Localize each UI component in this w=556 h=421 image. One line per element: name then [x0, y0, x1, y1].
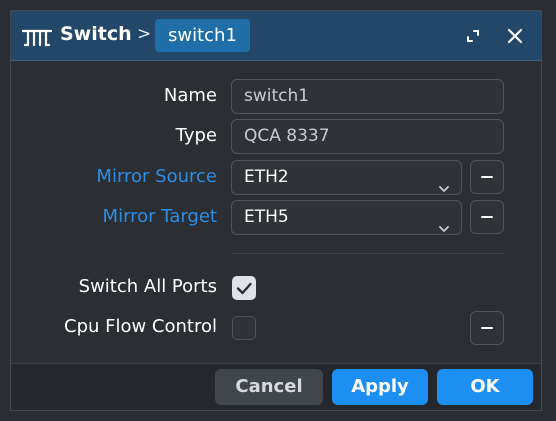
maximize-icon[interactable]: [462, 25, 484, 47]
ok-button[interactable]: OK: [437, 369, 533, 405]
mirror-target-label[interactable]: Mirror Target: [103, 206, 217, 227]
switch-dialog: Switch > switch1 Name switch1 Type QCA 8…: [10, 10, 542, 411]
dialog-titlebar: Switch > switch1: [11, 11, 541, 61]
mirror-target-value: ETH5: [244, 207, 289, 227]
section-divider: [231, 253, 504, 254]
cancel-button[interactable]: Cancel: [215, 369, 323, 405]
type-field[interactable]: QCA 8337: [231, 119, 504, 154]
switch-all-ports-label: Switch All Ports: [78, 276, 217, 297]
dialog-footer: Cancel Apply OK: [11, 363, 541, 410]
mirror-target-clear-button[interactable]: [470, 200, 504, 234]
mirror-source-label[interactable]: Mirror Source: [96, 166, 217, 187]
chevron-down-icon: [438, 213, 450, 233]
mirror-source-select[interactable]: ETH2: [231, 160, 462, 195]
checkmark-icon: [236, 282, 252, 295]
switch-all-ports-checkbox[interactable]: [232, 276, 256, 300]
name-label: Name: [163, 85, 217, 106]
mirror-source-clear-button[interactable]: [470, 160, 504, 194]
cpu-flow-control-clear-button[interactable]: [470, 311, 504, 345]
chevron-down-icon: [438, 173, 450, 193]
type-label: Type: [175, 125, 217, 146]
breadcrumb-item-switch1[interactable]: switch1: [155, 19, 250, 52]
cpu-flow-control-label: Cpu Flow Control: [64, 316, 217, 337]
name-field[interactable]: switch1: [231, 79, 504, 114]
switch-icon: [21, 26, 53, 48]
apply-button[interactable]: Apply: [332, 369, 428, 405]
cpu-flow-control-checkbox[interactable]: [232, 316, 256, 340]
dialog-title: Switch: [60, 23, 132, 45]
mirror-target-select[interactable]: ETH5: [231, 200, 462, 235]
mirror-source-value: ETH2: [244, 167, 289, 187]
close-icon[interactable]: [504, 25, 526, 47]
breadcrumb-separator: >: [137, 24, 152, 44]
